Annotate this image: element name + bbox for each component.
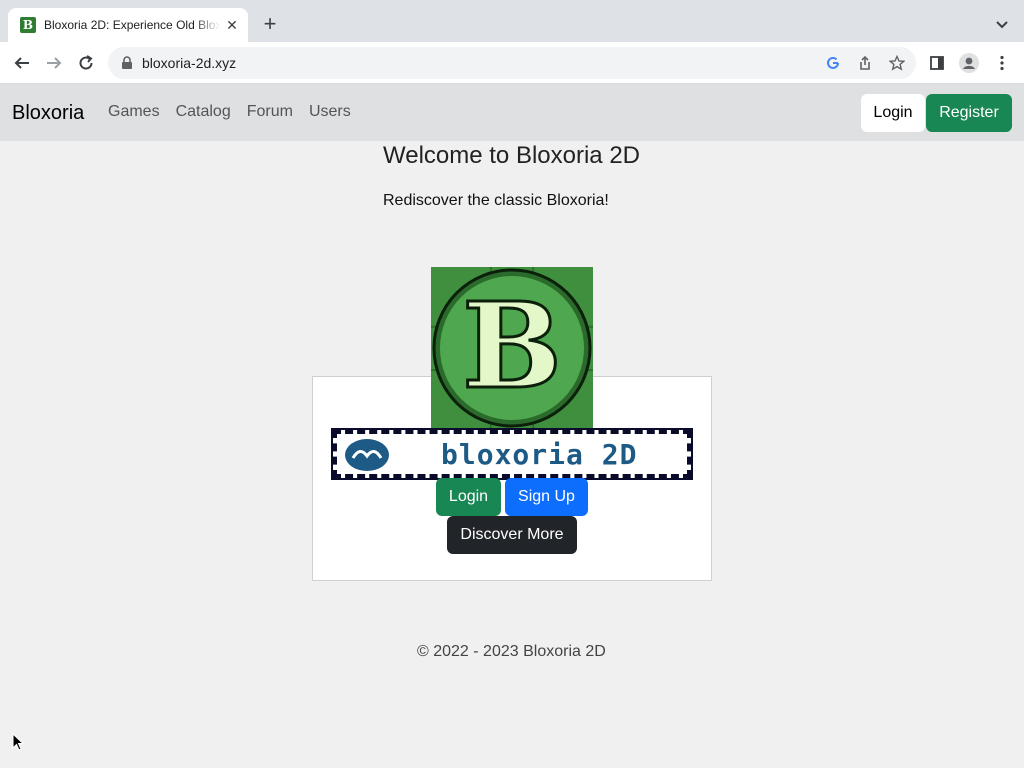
browser-menu-icon[interactable]: [992, 53, 1012, 73]
site-favicon-icon: B: [20, 17, 36, 33]
nav-link-games[interactable]: Games: [108, 103, 160, 121]
page-tagline: Rediscover the classic Bloxoria!: [383, 192, 609, 209]
nav-link-forum[interactable]: Forum: [247, 103, 293, 121]
navbar-login-button[interactable]: Login: [861, 94, 925, 132]
discover-more-button[interactable]: Discover More: [447, 516, 577, 554]
close-tab-icon[interactable]: ✕: [224, 17, 240, 33]
profile-avatar-icon[interactable]: [959, 53, 979, 73]
back-arrow-icon[interactable]: [10, 51, 34, 75]
bloxoria-wordmark-banner: bloxoria 2D: [331, 428, 693, 480]
hero-login-button[interactable]: Login: [436, 478, 501, 516]
site-brand[interactable]: Bloxoria: [12, 102, 84, 125]
mascot-icon: [343, 436, 391, 472]
tab-search-chevron-icon[interactable]: [992, 14, 1012, 34]
mouse-cursor-icon: [12, 732, 25, 751]
url-text: bloxoria-2d.xyz: [142, 55, 237, 71]
side-panel-icon[interactable]: [927, 53, 947, 73]
logo-letter: B: [462, 276, 562, 415]
footer-copyright: © 2022 - 2023 Bloxoria 2D: [417, 643, 606, 660]
wordmark-text: bloxoria 2D: [441, 437, 638, 471]
forward-arrow-icon[interactable]: [42, 51, 66, 75]
nav-link-users[interactable]: Users: [309, 103, 351, 121]
browser-toolbar: bloxoria-2d.xyz: [0, 42, 1024, 84]
lock-icon: [120, 56, 134, 70]
nav-links: Games Catalog Forum Users: [108, 103, 351, 121]
hero-signup-button[interactable]: Sign Up: [505, 478, 588, 516]
bloxoria-logo-image: B: [431, 267, 593, 430]
page-title: Welcome to Bloxoria 2D: [383, 142, 640, 169]
browser-tab[interactable]: B Bloxoria 2D: Experience Old Bloxoria ✕: [8, 8, 248, 42]
google-icon[interactable]: [824, 54, 842, 72]
address-bar[interactable]: bloxoria-2d.xyz: [108, 47, 916, 79]
navbar-register-button[interactable]: Register: [926, 94, 1012, 132]
bookmark-star-icon[interactable]: [888, 54, 906, 72]
site-navbar: Bloxoria Games Catalog Forum Users Login…: [0, 84, 1024, 141]
share-icon[interactable]: [856, 54, 874, 72]
browser-tab-strip: B Bloxoria 2D: Experience Old Bloxoria ✕…: [0, 0, 1024, 42]
nav-link-catalog[interactable]: Catalog: [176, 103, 231, 121]
reload-icon[interactable]: [74, 51, 98, 75]
new-tab-icon[interactable]: +: [258, 13, 282, 37]
tab-title: Bloxoria 2D: Experience Old Bloxoria: [44, 18, 220, 32]
